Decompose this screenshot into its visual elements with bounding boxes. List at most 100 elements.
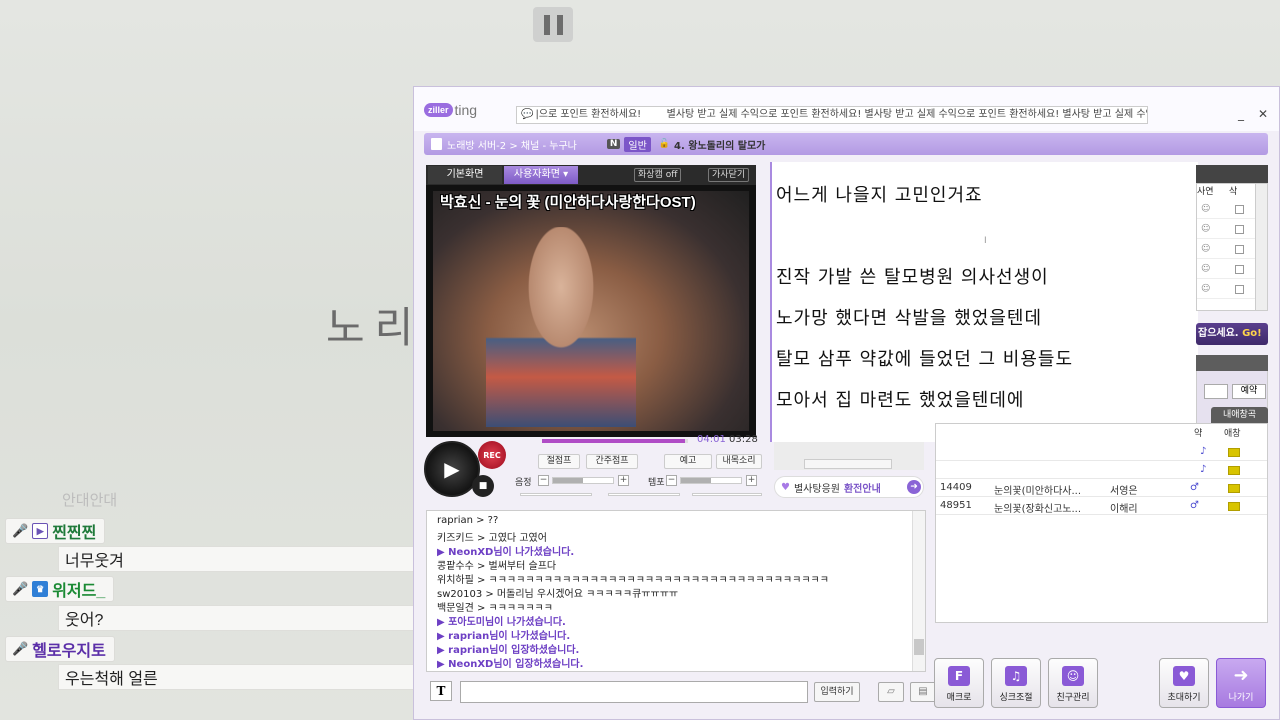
pitch-plus[interactable]: + — [618, 475, 629, 486]
star-bar-text: 별사탕응원 — [793, 483, 840, 495]
tab-basic-screen[interactable]: 기본화면 — [428, 166, 502, 184]
overlay-user-1: 🎤 ▶ 찐찐찐 — [5, 518, 106, 544]
overlay-faded-text: 안대안대 — [62, 492, 118, 509]
song-row[interactable]: ♪ — [936, 444, 1267, 461]
chat-system-message: ▶ raprian님이 입장하셨습니다. — [437, 645, 580, 656]
my-voice-button[interactable]: 내목소리 — [716, 454, 762, 469]
video-tabs: 기본화면 사용자화면 ▾ 화상캠 off 가사닫기 — [426, 165, 756, 185]
reserve-button[interactable]: 예약 — [1232, 384, 1266, 399]
mic-icon: 🎤 — [12, 581, 29, 596]
progress-bar[interactable] — [542, 439, 688, 443]
col-favorite: 애창 — [1224, 429, 1241, 439]
lyric-line: 노가망 했다면 삭발을 했었을텐데 — [776, 308, 1043, 329]
webcam-toggle[interactable]: 화상캠 off — [634, 168, 682, 182]
webcam-person — [486, 227, 636, 427]
song-search-input[interactable] — [1204, 384, 1228, 399]
arrow-right-icon: ➜ — [907, 480, 921, 494]
search-tab-bar — [1196, 355, 1268, 371]
macro-button[interactable]: F 매크로 — [934, 658, 984, 708]
background-text: 노리 — [326, 303, 424, 352]
col-reserve: 약 — [1194, 429, 1203, 439]
chat-message: 키즈키드 > 고였다 고였어 — [437, 533, 547, 544]
hide-lyrics-button[interactable]: 가사닫기 — [708, 168, 750, 182]
song-row[interactable]: 48951 눈의꽃(장화신고노... 이해리 ♂ — [936, 498, 1267, 515]
go-label: Go! — [1242, 328, 1262, 339]
user-checkbox[interactable] — [1235, 285, 1244, 294]
tab-user-screen[interactable]: 사용자화면 ▾ — [504, 166, 578, 184]
star-candy-banner[interactable]: ♥ 별사탕응원 환전안내 ➜ — [774, 476, 924, 498]
chat-message: 콩팥수수 > 벌써부터 슬프다 — [437, 561, 557, 572]
stop-button[interactable]: ■ — [472, 475, 494, 497]
close-button[interactable]: ✕ — [1256, 107, 1270, 121]
pitch-minus[interactable]: − — [538, 475, 549, 486]
overlay-message: 너무웃겨 — [58, 546, 418, 572]
emoticon-icon[interactable]: ▤ — [910, 682, 936, 702]
go-banner[interactable]: 잡으세요. Go! — [1196, 323, 1268, 345]
pause-button[interactable] — [533, 7, 573, 42]
mic-volume-slider[interactable] — [608, 493, 680, 496]
exit-button[interactable]: ➜ 나가기 — [1216, 658, 1266, 708]
text-cursor-icon: I — [984, 236, 987, 246]
room-path[interactable]: 노래방 서버-2 > 채널 - 누구나 — [447, 137, 577, 152]
overlay-user-2: 🎤 ♛ 위저드_ — [5, 576, 115, 602]
crown-badge-icon: ♛ — [32, 581, 49, 597]
folder-icon[interactable] — [1228, 466, 1240, 475]
song-number: 14409 — [940, 482, 972, 493]
tempo-minus[interactable]: − — [666, 475, 677, 486]
pitch-slider[interactable] — [552, 477, 614, 484]
title-bar: ziller ting 💬 |으로 포인트 환전하세요! 별사탕 받고 실제 수익으… — [414, 87, 1279, 131]
play-badge-icon: ▶ — [32, 523, 49, 539]
music-volume-slider[interactable] — [520, 493, 592, 496]
folder-icon[interactable] — [1228, 448, 1240, 457]
music-note-icon[interactable]: ♂ — [1190, 500, 1199, 511]
user-list-scrollbar[interactable] — [1255, 184, 1267, 310]
user-checkbox[interactable] — [1235, 225, 1244, 234]
chat-system-message: ▶ NeonXD님이 입장하셨습니다. — [437, 659, 584, 670]
folder-icon[interactable] — [1228, 484, 1240, 493]
interlude-jump-button[interactable]: 간주점프 — [586, 454, 638, 469]
music-note-icon[interactable]: ♂ — [1190, 482, 1199, 493]
person-icon: ☺ — [1062, 666, 1084, 686]
eraser-icon[interactable]: ▱ — [878, 682, 904, 702]
verse-jump-button[interactable]: 절점프 — [538, 454, 580, 469]
lyric-line: 탈모 삼푸 약값에 들었던 그 비용들도 — [776, 349, 1074, 370]
chat-system-message: ▶ NeonXD님이 나가셨습니다. — [437, 547, 575, 558]
heart-icon: ♥ — [1173, 666, 1195, 686]
tempo-slider[interactable] — [680, 477, 742, 484]
user-checkbox[interactable] — [1235, 245, 1244, 254]
chat-message: 위치하필 > ㅋㅋㅋㅋㅋㅋㅋㅋㅋㅋㅋㅋㅋㅋㅋㅋㅋㅋㅋㅋㅋㅋㅋㅋㅋㅋㅋㅋㅋㅋㅋㅋㅋ… — [437, 575, 829, 586]
user-checkbox[interactable] — [1235, 265, 1244, 274]
tab-my-songs[interactable]: 내애창곡 — [1211, 407, 1268, 423]
chat-system-message: ▶ raprian님이 나가셨습니다. — [437, 631, 571, 642]
text-style-button[interactable]: T — [430, 681, 452, 701]
tempo-plus[interactable]: + — [746, 475, 757, 486]
mic-icon: 🎤 — [12, 523, 29, 538]
lyric-line: 어느게 나을지 고민인거죠 — [776, 185, 983, 206]
invite-button[interactable]: ♥ 초대하기 — [1159, 658, 1209, 708]
player-controls: ▶ REC ■ 04:01 03:28 절점프 간주점프 예고 내목소리 음정 … — [414, 427, 774, 509]
user-checkbox[interactable] — [1235, 205, 1244, 214]
overlay-message: 웃어? — [58, 605, 418, 631]
user-list: 사연 삭 ☺ ☺ ☺ ☺ ☺ — [1196, 183, 1268, 311]
current-time: 04:01 — [697, 434, 726, 445]
minimize-button[interactable]: _ — [1234, 107, 1248, 121]
star-bar-bold: 환전안내 — [843, 483, 881, 495]
send-button[interactable]: 입력하기 — [814, 682, 860, 702]
reserve-preview-button[interactable]: 예고 — [664, 454, 712, 469]
chat-scrollbar[interactable] — [912, 511, 925, 671]
song-row[interactable]: 14409 눈의꽃(미안하다사... 서영은 ♂ — [936, 480, 1267, 497]
friends-button[interactable]: ☺ 친구관리 — [1048, 658, 1098, 708]
folder-icon[interactable] — [1228, 502, 1240, 511]
overlay-user-3: 🎤 헬로우지토 — [5, 636, 115, 662]
chat-input[interactable] — [460, 681, 808, 703]
video-player: 박효신 - 눈의 꽃 (미안하다사랑한다OST) — [426, 185, 756, 437]
room-breadcrumb: 노래방 서버-2 > 채널 - 누구나 N 일반 🔓 4. 왕노돌리의 탈모가 — [424, 133, 1268, 155]
echo-slider[interactable] — [692, 493, 762, 496]
song-title: 눈의꽃(장화신고노... — [994, 504, 1082, 515]
record-button[interactable]: REC — [478, 441, 506, 469]
chat-input-row: T 입력하기 ▱ ▤ — [426, 677, 936, 705]
sync-button[interactable]: ♫ 싱크조절 — [991, 658, 1041, 708]
app-logo: ziller ting — [424, 102, 477, 118]
lyrics-footer-box — [804, 459, 892, 469]
song-row[interactable]: ♪ — [936, 462, 1267, 479]
